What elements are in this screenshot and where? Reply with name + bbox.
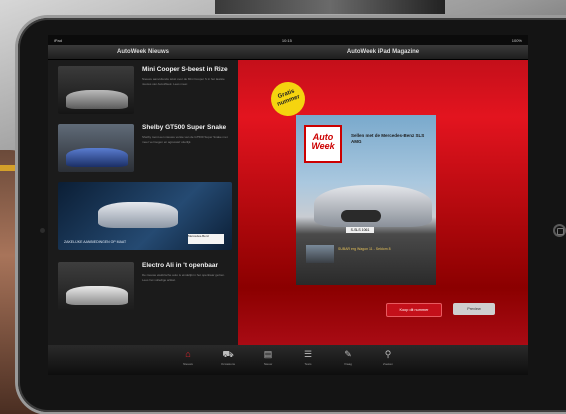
news-pane-title: AutoWeek Nieuws	[117, 49, 169, 55]
camera-icon	[40, 228, 45, 233]
news-thumbnail	[58, 124, 134, 172]
news-title: Shelby GT500 Super Snake	[142, 124, 227, 131]
status-time: 10:15	[281, 37, 292, 43]
tab-label: Vraag	[344, 362, 352, 366]
tab-label: Zoeken	[382, 362, 393, 366]
buy-issue-button[interactable]: Koop dit nummer	[386, 303, 442, 317]
ipad-screen: iPad 10:15 100% AutoWeek Nieuws AutoWeek…	[48, 35, 528, 375]
tab-ask[interactable]: ✎ Vraag	[335, 349, 361, 375]
pen-icon: ✎	[344, 349, 352, 359]
car-icon: ⛟	[222, 349, 234, 359]
status-carrier: iPad	[54, 37, 63, 43]
magazine-pane: Auto Week Sellen met de Mercedes-Benz SL…	[238, 60, 528, 345]
news-excerpt: Shelby toont een nieuwe versie van de GT…	[142, 135, 228, 144]
search-icon: ⚲	[384, 349, 392, 359]
tab-bar: ⌂ Nieuws ⛟ Occasions ▤ Nieuw ☰ Tests ✎ V…	[48, 345, 528, 375]
news-list: Mini Cooper S-beest in Rize Nieuwe aanvu…	[48, 60, 238, 345]
tab-new[interactable]: ▤ Nieuw	[255, 349, 281, 375]
navigation-bar: AutoWeek Nieuws AutoWeek iPad Magazine	[48, 45, 528, 60]
cover-car-grille	[341, 210, 381, 222]
news-thumbnail	[58, 66, 134, 114]
tab-label: Occasions	[220, 362, 235, 366]
news-excerpt: Nieuwe aanvullende tekst over de Mini Co…	[142, 77, 225, 86]
status-battery: 100%	[511, 37, 522, 43]
magazine-logo: Auto Week	[304, 125, 342, 163]
magazine-pane-title: AutoWeek iPad Magazine	[346, 49, 420, 55]
magazine-cover[interactable]: Auto Week Sellen met de Mercedes-Benz SL…	[296, 115, 436, 285]
tab-label: Nieuws	[183, 362, 193, 366]
ad-car-image	[98, 202, 178, 228]
tab-search[interactable]: ⚲ Zoeken	[375, 349, 401, 375]
cover-inset-text: SUBAR erg Wagon 11 - Seldom 8	[338, 247, 391, 251]
status-bar: iPad 10:15 100%	[48, 35, 528, 45]
home-button[interactable]	[553, 224, 566, 237]
news-thumbnail	[58, 262, 134, 310]
ad-text: ZAKELIJKE AANBIEDINGEN OP MAAT	[64, 239, 127, 244]
home-icon: ⌂	[185, 349, 191, 359]
cover-headline: Sellen met de Mercedes-Benz SLS AMG	[351, 133, 425, 144]
advertisement-banner[interactable]: ZAKELIJKE AANBIEDINGEN OP MAAT Mercedes-…	[58, 182, 232, 250]
news-title: Electro Ali in 't openbaar	[142, 262, 219, 269]
tab-label: Tests	[304, 362, 312, 366]
news-item[interactable]: Mini Cooper S-beest in Rize Nieuwe aanvu…	[48, 60, 238, 118]
ad-logo: Mercedes-Benz	[188, 234, 224, 244]
stack-icon: ☰	[303, 349, 313, 359]
news-item[interactable]: Shelby GT500 Super Snake Shelby toont ee…	[48, 118, 238, 176]
preview-button[interactable]: Preview	[453, 303, 495, 315]
news-item[interactable]: Electro Ali in 't openbaar De nieuwe ele…	[48, 256, 238, 314]
news-excerpt: De nieuwe elektrische auto is eindelijk …	[142, 273, 225, 282]
tab-tests[interactable]: ☰ Tests	[295, 349, 321, 375]
tab-news[interactable]: ⌂ Nieuws	[175, 349, 201, 375]
cover-inset-image	[306, 245, 334, 263]
tab-label: Nieuw	[263, 362, 273, 366]
news-title: Mini Cooper S-beest in Rize	[142, 66, 228, 73]
tab-occasions[interactable]: ⛟ Occasions	[215, 349, 241, 375]
license-plate: S-SLS 1061	[346, 227, 374, 233]
document-icon: ▤	[263, 349, 273, 359]
background-top-photo	[215, 0, 445, 14]
